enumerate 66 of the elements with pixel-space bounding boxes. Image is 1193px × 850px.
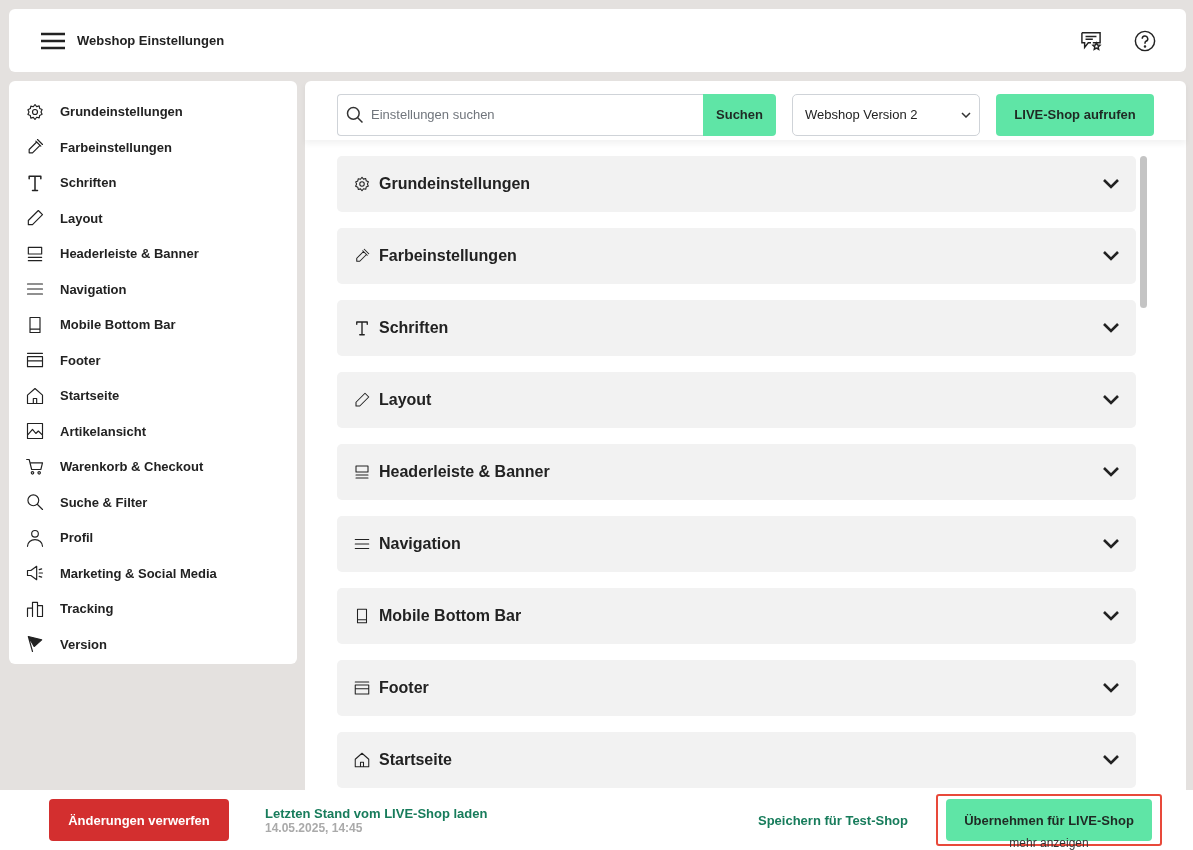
chat-star-icon xyxy=(1080,30,1102,51)
chevron-down-icon xyxy=(1102,610,1120,622)
search-field[interactable]: Einstellungen suchen xyxy=(337,93,703,136)
accordion-header[interactable]: Schriften xyxy=(337,300,1136,356)
chevron-down-icon xyxy=(1102,394,1120,406)
scrollbar-thumb[interactable] xyxy=(1140,156,1147,308)
sidebar-item[interactable]: Startseite xyxy=(25,378,297,414)
accordion-header[interactable]: Farbeinstellungen xyxy=(337,228,1136,284)
sidebar-item[interactable]: Profil xyxy=(25,520,297,556)
sidebar-item[interactable]: Mobile Bottom Bar xyxy=(25,307,297,343)
cart-icon xyxy=(25,456,45,477)
sidebar-item[interactable]: Warenkorb & Checkout xyxy=(25,449,297,485)
sidebar-item[interactable]: Schriften xyxy=(25,165,297,201)
chevron-down-icon xyxy=(1102,178,1120,190)
footer-icon xyxy=(353,679,371,697)
sidebar-item[interactable]: Grundeinstellungen xyxy=(25,94,297,130)
accordion-header[interactable]: Headerleiste & Banner xyxy=(337,444,1136,500)
page-title: Webshop Einstellungen xyxy=(77,33,225,48)
pipette-icon xyxy=(353,247,371,265)
chevron-down-icon xyxy=(1102,754,1120,766)
accordion-header[interactable]: Mobile Bottom Bar xyxy=(337,588,1136,644)
sidebar-item[interactable]: Headerleiste & Banner xyxy=(25,236,297,272)
chevron-down-icon xyxy=(1102,538,1120,550)
pencil-icon xyxy=(353,391,371,409)
house-icon xyxy=(353,751,371,769)
sidebar-item[interactable]: Version xyxy=(25,626,297,662)
person-icon xyxy=(25,527,45,548)
accordion-header[interactable]: Navigation xyxy=(337,516,1136,572)
accordion-header[interactable]: Footer xyxy=(337,660,1136,716)
help-button[interactable] xyxy=(1134,29,1156,52)
sidebar-item[interactable]: Footer xyxy=(25,342,297,378)
timestamp: 14.05.2025, 14:45 xyxy=(265,820,364,835)
sidebar-item[interactable]: Artikelansicht xyxy=(25,413,297,449)
search-icon xyxy=(345,104,365,125)
flag-icon xyxy=(25,634,45,655)
letter-t-icon xyxy=(353,319,371,337)
version-dropdown[interactable]: Webshop Version 2 xyxy=(792,93,980,136)
accordion-header[interactable]: Grundeinstellungen xyxy=(337,156,1136,212)
chevron-down-icon xyxy=(1102,682,1120,694)
sidebar-item[interactable]: Suche & Filter xyxy=(25,484,297,520)
accordion-header[interactable]: Startseite xyxy=(337,732,1136,788)
sidebar-item[interactable]: Tracking xyxy=(25,591,297,627)
chevron-down-icon xyxy=(1102,466,1120,478)
header-lines-icon xyxy=(353,463,371,481)
save-test-shop-button[interactable]: Speichern für Test-Shop xyxy=(758,812,908,828)
search-icon xyxy=(25,492,45,513)
sidebar-item[interactable]: Layout xyxy=(25,200,297,236)
gear-icon xyxy=(25,101,45,122)
sidebar-item[interactable]: Marketing & Social Media xyxy=(25,555,297,591)
gear-icon xyxy=(353,175,371,193)
live-shop-button[interactable]: LIVE-Shop aufrufen xyxy=(996,93,1154,136)
feedback-button[interactable] xyxy=(1080,30,1102,51)
house-icon xyxy=(25,385,45,406)
help-icon xyxy=(1134,29,1156,52)
image-icon xyxy=(25,421,45,442)
discard-button[interactable]: Änderungen verwerfen xyxy=(49,799,229,841)
chevron-down-icon xyxy=(961,111,971,118)
accordion-header[interactable]: Layout xyxy=(337,372,1136,428)
menu-button[interactable] xyxy=(41,31,65,50)
sidebar-item[interactable]: Navigation xyxy=(25,271,297,307)
search-button[interactable]: Suchen xyxy=(703,93,776,136)
load-live-link[interactable]: Letzten Stand vom LIVE-Shop laden xyxy=(265,805,488,821)
sidebar-item[interactable]: Farbeinstellungen xyxy=(25,129,297,165)
menu-icon xyxy=(41,31,65,50)
chevron-down-icon xyxy=(1102,322,1120,334)
chevron-down-icon xyxy=(1102,250,1120,262)
